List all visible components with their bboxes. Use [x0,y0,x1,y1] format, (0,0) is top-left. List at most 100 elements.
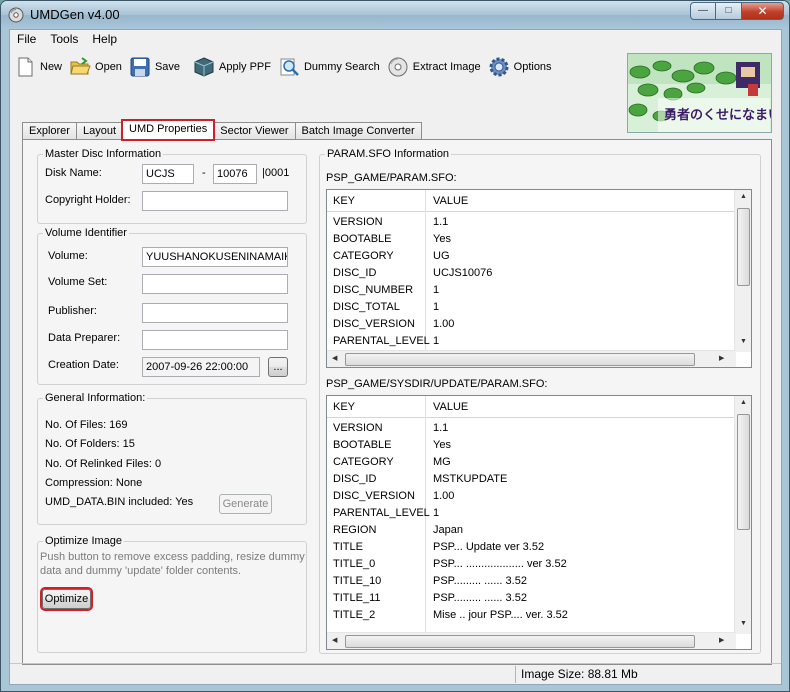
menu-help[interactable]: Help [85,30,124,50]
grid2-value-cell: MG [433,456,451,468]
tab-umd-properties[interactable]: UMD Properties [120,119,216,141]
grid2-value-cell: Mise .. jour PSP.... ver. 3.52 [433,609,568,621]
grid1-col-value[interactable]: VALUE [433,195,468,207]
maximize-button[interactable]: □ [716,2,742,20]
grid2-col-value[interactable]: VALUE [433,401,468,413]
new-document-icon [18,57,33,77]
options-label: Options [513,61,552,73]
grid1-scroll-down-icon[interactable]: ▼ [740,338,747,345]
grid2-horizontal-scrollbar[interactable]: ◀ ▶ [327,632,736,649]
options-button[interactable]: Options [488,56,552,78]
tab-sector-viewer[interactable]: Sector Viewer [213,122,296,140]
creation-date-field[interactable]: 2007-09-26 22:00:00 [142,357,260,377]
grid2-key-cell: CATEGORY [333,456,394,468]
tab-batch-image-converter[interactable]: Batch Image Converter [294,122,422,140]
table-row[interactable]: CATEGORY MG [327,454,735,471]
param-sfo-grid-main[interactable]: KEY VALUE VERSION 1.1 BOOTABLE Yes CATEGORY U… [326,189,752,368]
grid2-scroll-right-icon[interactable]: ▶ [719,636,724,644]
grid2-scroll-left-icon[interactable]: ◀ [332,636,337,644]
table-row[interactable]: TITLE_11 PSP......... ...... 3.52 [327,590,735,607]
grid2-key-cell: TITLE_0 [333,558,376,570]
grid2-value-cell: 1.1 [433,422,449,434]
grid1-scroll-up-icon[interactable]: ▲ [740,193,747,200]
minimize-button[interactable]: — [690,2,716,20]
tab-layout[interactable]: Layout [75,122,123,140]
table-row[interactable]: BOOTABLE Yes [327,231,735,248]
grid2-scroll-up-icon[interactable]: ▲ [740,399,747,406]
grid1-vertical-thumb[interactable] [737,208,750,286]
table-row[interactable]: PARENTAL_LEVEL 1 [327,333,735,350]
table-row[interactable]: CATEGORY UG [327,248,735,265]
apply-ppf-button[interactable]: Apply PPF [193,56,271,78]
data-preparer-field[interactable] [142,330,288,350]
grid2-vertical-scrollbar[interactable]: ▲ ▼ [734,396,751,634]
grid1-horizontal-thumb[interactable] [345,353,695,366]
table-row[interactable]: VERSION 1.1 [327,420,735,437]
grid2-horizontal-thumb[interactable] [345,635,695,648]
table-row[interactable]: REGION Japan [327,522,735,539]
grid2-key-cell: TITLE_11 [333,592,381,604]
volume-set-field[interactable] [142,274,288,294]
grid2-value-cell: PSP... ................... ver 3.52 [433,558,567,570]
grid2-value-cell: PSP... Update ver 3.52 [433,541,545,553]
new-button[interactable]: New [14,56,62,78]
disc-app-icon [8,7,24,23]
grid2-label: PSP_GAME/SYSDIR/UPDATE/PARAM.SFO: [326,378,548,390]
param-sfo-grid-update[interactable]: KEY VALUE VERSION 1.1 BOOTABLE Yes CATEGORY M… [326,395,752,650]
game-banner-image: 勇者のくせになまいきだ [627,53,772,133]
close-button[interactable]: ✕ [742,2,784,20]
tab-explorer[interactable]: Explorer [22,122,77,140]
grid1-key-cell: DISC_TOTAL [333,301,400,313]
grid1-vertical-scrollbar[interactable]: ▲ ▼ [734,190,751,352]
grid2-key-cell: REGION [333,524,377,536]
volume-identifier-group: Volume Identifier Volume: YUUSHANOKUSENI… [37,227,307,385]
optimize-button[interactable]: Optimize [40,587,93,611]
disk-id-a-field[interactable]: UCJS [142,164,194,184]
open-button[interactable]: Open [69,56,122,78]
table-row[interactable]: TITLE_2 Mise .. jour PSP.... ver. 3.52 [327,607,735,624]
grid1-horizontal-scrollbar[interactable]: ◀ ▶ [327,350,736,367]
optimize-hint-line2: data and dummy 'update' folder contents. [40,565,242,577]
general-information-group: General Information: No. Of Files: 169 N… [37,392,307,525]
app-window: UMDGen v4.00 — □ ✕ File Tools Help New O… [0,0,790,692]
master-disc-title: Master Disc Information [43,148,164,160]
grid1-scroll-right-icon[interactable]: ▶ [719,354,724,362]
table-row[interactable]: DISC_ID MSTKUPDATE [327,471,735,488]
disk-name-label: Disk Name: [45,167,102,179]
table-row[interactable]: DISC_NUMBER 1 [327,282,735,299]
extract-image-button[interactable]: Extract Image [387,56,481,78]
publisher-field[interactable] [142,303,288,323]
creation-date-browse-button[interactable]: ... [268,357,288,377]
generate-button[interactable]: Generate [219,494,272,514]
disk-id-b-field[interactable]: 10076 [213,164,257,184]
grid2-value-cell: 1 [433,507,440,519]
volume-field[interactable]: YUUSHANOKUSENINAMAIKID [142,247,288,267]
menu-tools[interactable]: Tools [43,30,85,50]
copyright-field[interactable] [142,191,288,211]
table-row[interactable]: DISC_VERSION 1.00 [327,488,735,505]
grid1-header: KEY VALUE [327,190,735,212]
table-row[interactable]: TITLE PSP... Update ver 3.52 [327,539,735,556]
table-row[interactable]: DISC_TOTAL 1 [327,299,735,316]
grid1-col-key[interactable]: KEY [333,195,355,207]
table-row[interactable]: TITLE_10 PSP......... ...... 3.52 [327,573,735,590]
table-row[interactable]: PARENTAL_LEVEL 1 [327,505,735,522]
table-row[interactable]: TITLE_0 PSP... ................... ver 3.… [327,556,735,573]
table-row[interactable]: BOOTABLE Yes [327,437,735,454]
grid2-col-key[interactable]: KEY [333,401,355,413]
close-icon: ✕ [757,4,768,18]
table-row[interactable]: DISC_ID UCJS10076 [327,265,735,282]
dummy-search-button[interactable]: Dummy Search [278,56,380,78]
table-row[interactable]: DISC_VERSION 1.00 [327,316,735,333]
grid2-vertical-thumb[interactable] [737,414,750,530]
title-bar[interactable]: UMDGen v4.00 — □ ✕ [1,1,789,29]
grid2-scroll-down-icon[interactable]: ▼ [740,620,747,627]
grid1-key-cell: DISC_VERSION [333,318,415,330]
optimize-image-group: Optimize Image Push button to remove exc… [37,535,307,653]
save-button[interactable]: Save [129,56,180,78]
table-row[interactable]: VERSION 1.1 [327,214,735,231]
grid1-scroll-left-icon[interactable]: ◀ [332,354,337,362]
menu-file[interactable]: File [10,30,43,50]
grid1-value-cell: 1.1 [433,216,449,228]
grid2-value-cell: Yes [433,439,451,451]
